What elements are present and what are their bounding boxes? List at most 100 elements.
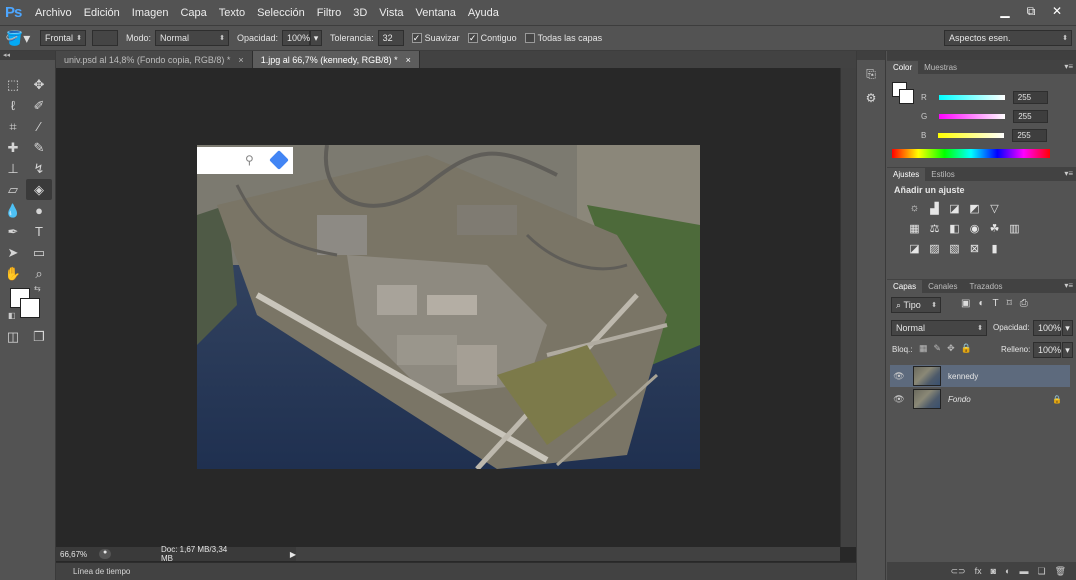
- curves-icon[interactable]: ◪: [947, 201, 962, 215]
- tab-estilos[interactable]: Estilos: [925, 168, 961, 181]
- paint-bucket-preset-icon[interactable]: 🪣▾: [0, 30, 36, 47]
- clone-stamp-tool-icon[interactable]: ⊥: [0, 158, 26, 179]
- new-layer-icon[interactable]: ❏: [1037, 566, 1045, 577]
- all-layers-checkbox[interactable]: [524, 33, 535, 43]
- tab-capas[interactable]: Capas: [887, 280, 923, 293]
- tolerance-input[interactable]: 32: [377, 30, 404, 46]
- status-menu-icon[interactable]: ●: [99, 549, 111, 559]
- tab-1-jpg[interactable]: 1.jpg al 66,7% (kennedy, RGB/8) * ×: [252, 51, 420, 68]
- menu-filtro[interactable]: Filtro: [311, 7, 347, 19]
- default-colors-icon[interactable]: ◧: [8, 311, 16, 320]
- antialias-checkbox[interactable]: ✓: [411, 33, 422, 43]
- visibility-eye-icon[interactable]: 👁: [890, 394, 908, 405]
- tab-color[interactable]: Color: [887, 61, 919, 74]
- swap-colors-icon[interactable]: ⇆: [34, 284, 41, 293]
- layer-filter-select[interactable]: ⌕ Tipo ⬍: [891, 297, 941, 313]
- horizontal-scrollbar[interactable]: [296, 547, 840, 561]
- layer-name[interactable]: Fondo: [948, 395, 971, 404]
- g-value-input[interactable]: 255: [1013, 110, 1049, 123]
- directions-icon[interactable]: [269, 150, 289, 170]
- add-mask-icon[interactable]: ◙: [991, 566, 996, 576]
- filter-adjust-icon[interactable]: ◐: [978, 298, 984, 309]
- tab-ajustes[interactable]: Ajustes: [887, 168, 926, 181]
- minimize-button[interactable]: ▁: [994, 2, 1016, 20]
- quick-selection-tool-icon[interactable]: ✐: [26, 95, 52, 116]
- zoom-tool-icon[interactable]: ⌕: [26, 263, 52, 284]
- color-balance-icon[interactable]: ⚖: [927, 221, 942, 235]
- adjust-panel-menu-icon[interactable]: ▾≡: [1064, 169, 1073, 178]
- lock-transparent-icon[interactable]: ▦: [919, 343, 928, 354]
- photo-filter-icon[interactable]: ◉: [967, 221, 982, 235]
- color-spectrum[interactable]: [892, 149, 1050, 158]
- color-bg-swatch[interactable]: [899, 89, 914, 104]
- menu-texto[interactable]: Texto: [213, 7, 251, 19]
- contiguous-checkbox[interactable]: ✓: [467, 33, 478, 43]
- blend-mode-select[interactable]: Normal ⬍: [891, 320, 987, 336]
- toolbox-collapse-icon[interactable]: ◂◂: [0, 51, 55, 60]
- eraser-tool-icon[interactable]: ▱: [0, 179, 26, 200]
- filter-smart-icon[interactable]: ⎙: [1020, 298, 1028, 309]
- color-panel-menu-icon[interactable]: ▾≡: [1064, 62, 1073, 71]
- paint-bucket-tool-icon[interactable]: ◈: [26, 179, 52, 200]
- threshold-icon[interactable]: ▧: [947, 241, 962, 255]
- g-slider[interactable]: [939, 114, 1006, 119]
- background-color-swatch[interactable]: [20, 298, 40, 318]
- filter-type-icon[interactable]: T: [993, 298, 999, 309]
- fill-dropdown[interactable]: ▾: [1062, 342, 1073, 358]
- layer-row-kennedy[interactable]: 👁 kennedy: [890, 365, 1070, 387]
- pen-tool-icon[interactable]: ✒: [0, 221, 26, 242]
- tab-muestras[interactable]: Muestras: [918, 61, 963, 74]
- blur-tool-icon[interactable]: 💧: [0, 200, 26, 221]
- dodge-tool-icon[interactable]: ●: [26, 200, 52, 221]
- channel-mixer-icon[interactable]: ☘: [987, 221, 1002, 235]
- brightness-icon[interactable]: ☼: [907, 201, 922, 215]
- close-button[interactable]: ✕: [1046, 2, 1068, 20]
- invert-icon[interactable]: ◪: [907, 241, 922, 255]
- aerial-airport-image[interactable]: ⚲: [197, 145, 700, 469]
- marquee-tool-icon[interactable]: ⬚: [0, 74, 26, 95]
- rectangle-tool-icon[interactable]: ▭: [26, 242, 52, 263]
- opacity-dropdown-button[interactable]: ▾: [310, 30, 323, 46]
- map-search-box[interactable]: ⚲: [197, 147, 293, 174]
- filter-pixel-icon[interactable]: ▣: [961, 298, 970, 309]
- posterize-icon[interactable]: ▨: [927, 241, 942, 255]
- delete-layer-icon[interactable]: 🗑: [1055, 566, 1066, 577]
- menu-ayuda[interactable]: Ayuda: [462, 7, 505, 19]
- layer-row-fondo[interactable]: 👁 Fondo 🔒: [890, 388, 1070, 410]
- exposure-icon[interactable]: ◩: [967, 201, 982, 215]
- layer-opacity-input[interactable]: 100%: [1033, 320, 1061, 336]
- properties-panel-icon[interactable]: ⚙: [860, 88, 882, 108]
- search-icon[interactable]: ⚲: [245, 153, 254, 167]
- lock-pixels-icon[interactable]: ✎: [934, 343, 942, 354]
- menu-edicion[interactable]: Edición: [78, 7, 126, 19]
- vibrance-icon[interactable]: ▽: [987, 201, 1002, 215]
- menu-capa[interactable]: Capa: [174, 7, 212, 19]
- screen-mode-icon[interactable]: ❐: [26, 326, 52, 347]
- link-layers-icon[interactable]: ⊂⊃: [951, 566, 966, 577]
- selective-color-icon[interactable]: ▮: [987, 241, 1002, 255]
- canvas[interactable]: ⚲: [56, 68, 840, 547]
- type-tool-icon[interactable]: T: [26, 221, 52, 242]
- history-panel-icon[interactable]: ⎘: [860, 64, 882, 84]
- fill-source-select[interactable]: Frontal ⬍: [40, 30, 86, 46]
- history-brush-tool-icon[interactable]: ↯: [26, 158, 52, 179]
- tab-canales[interactable]: Canales: [922, 280, 963, 293]
- healing-brush-tool-icon[interactable]: ✚: [0, 137, 26, 158]
- hand-tool-icon[interactable]: ✋: [0, 263, 26, 284]
- tab-trazados[interactable]: Trazados: [963, 280, 1008, 293]
- strip-collapse-icon[interactable]: [857, 51, 885, 60]
- menu-seleccion[interactable]: Selección: [251, 7, 311, 19]
- opacity-input[interactable]: 100%: [282, 30, 310, 46]
- b-value-input[interactable]: 255: [1012, 129, 1048, 142]
- move-tool-icon[interactable]: ✥: [26, 74, 52, 95]
- new-adjustment-icon[interactable]: ◐: [1005, 566, 1010, 576]
- menu-ventana[interactable]: Ventana: [410, 7, 462, 19]
- menu-vista[interactable]: Vista: [373, 7, 409, 19]
- filter-shape-icon[interactable]: ⌑: [1007, 298, 1012, 309]
- quick-mask-icon[interactable]: ◫: [0, 326, 26, 347]
- fill-input[interactable]: 100%: [1033, 342, 1061, 358]
- restore-button[interactable]: ⧉: [1020, 2, 1042, 20]
- menu-archivo[interactable]: Archivo: [29, 7, 78, 19]
- vertical-scrollbar[interactable]: [840, 68, 856, 547]
- b-slider[interactable]: [938, 133, 1005, 138]
